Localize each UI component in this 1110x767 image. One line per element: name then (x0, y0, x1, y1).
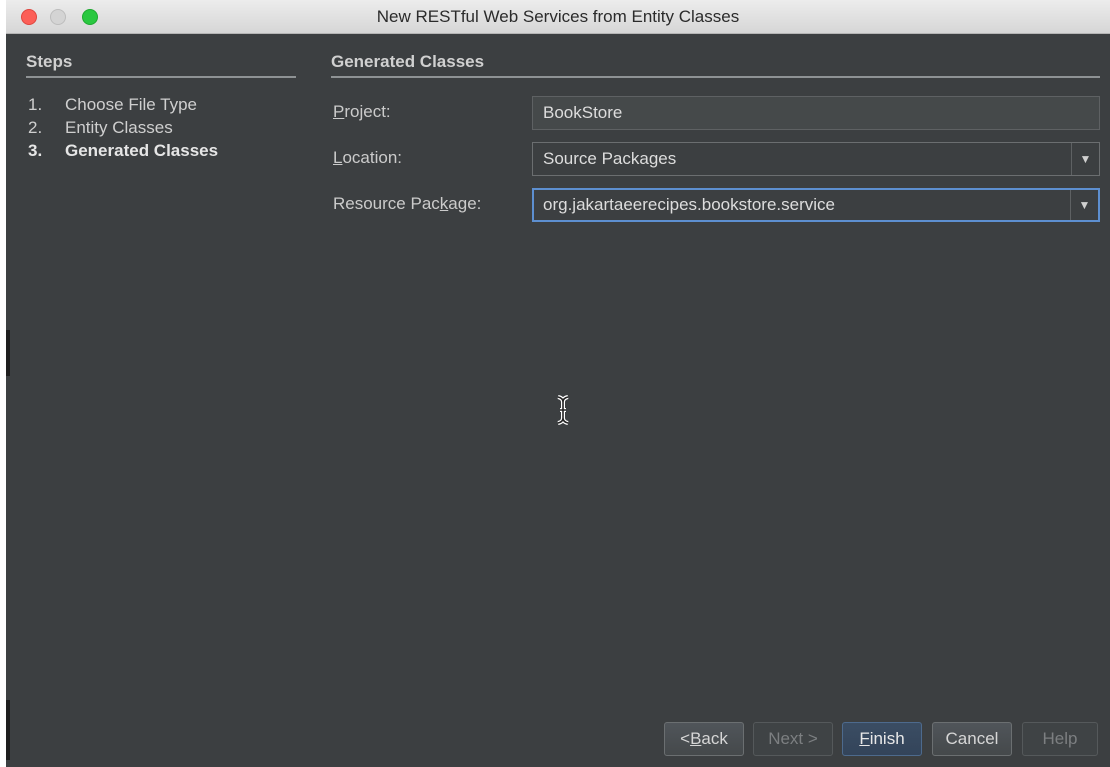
step-number: 1. (28, 95, 43, 114)
project-row: Project: BookStore (331, 96, 1100, 130)
window-edge-shadow (6, 330, 10, 376)
step-number: 3. (28, 141, 43, 160)
project-label: Project: (333, 102, 391, 121)
cancel-button[interactable]: Cancel (932, 722, 1012, 756)
resource-package-combobox[interactable]: org.jakartaeerecipes.bookstore.service ▼ (532, 188, 1100, 222)
step-label: Entity Classes (65, 118, 173, 137)
step-label: Generated Classes (65, 141, 219, 160)
location-row: Location: Source Packages ▼ (331, 142, 1100, 176)
location-dropdown[interactable]: Source Packages ▼ (532, 142, 1100, 176)
project-field[interactable]: BookStore (532, 96, 1100, 130)
location-value: Source Packages (543, 149, 677, 168)
resource-package-value[interactable]: org.jakartaeerecipes.bookstore.service (543, 195, 1043, 215)
title-bar[interactable]: New RESTful Web Services from Entity Cla… (6, 0, 1110, 34)
step-list: 1. Choose File Type 2. Entity Classes 3.… (26, 93, 296, 162)
step-generated-classes: 3. Generated Classes (26, 139, 296, 162)
dialog-window: New RESTful Web Services from Entity Cla… (6, 0, 1110, 767)
steps-heading: Steps (26, 52, 296, 78)
window-title: New RESTful Web Services from Entity Cla… (376, 7, 740, 26)
steps-panel: Steps 1. Choose File Type 2. Entity Clas… (26, 52, 296, 162)
step-label: Choose File Type (65, 95, 197, 114)
step-number: 2. (28, 118, 43, 137)
chevron-down-icon[interactable]: ▼ (1071, 143, 1099, 175)
resource-package-label: Resource Package: (333, 194, 482, 213)
text-cursor-icon (557, 395, 569, 425)
step-choose-file-type: 1. Choose File Type (26, 93, 296, 116)
generated-classes-panel: Generated Classes Project: BookStore Loc… (331, 52, 1100, 222)
resource-package-row: Resource Package: org.jakartaeerecipes.b… (331, 188, 1100, 222)
panel-title: Generated Classes (331, 52, 1100, 78)
step-entity-classes: 2. Entity Classes (26, 116, 296, 139)
back-button[interactable]: < Back (664, 722, 744, 756)
help-button[interactable]: Help (1022, 722, 1098, 756)
next-button[interactable]: Next > (753, 722, 833, 756)
chevron-down-icon[interactable]: ▼ (1070, 190, 1098, 220)
finish-button[interactable]: Finish (842, 722, 922, 756)
location-label: Location: (333, 148, 403, 167)
window-edge-shadow (6, 700, 10, 760)
